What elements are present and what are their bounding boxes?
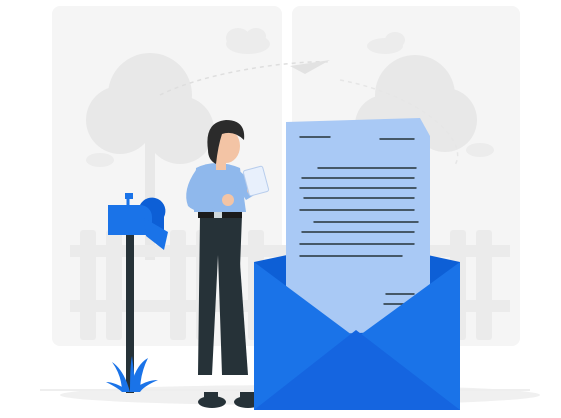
mail-illustration — [40, 6, 540, 410]
plant-icon — [106, 356, 158, 392]
envelope-icon — [254, 118, 460, 410]
